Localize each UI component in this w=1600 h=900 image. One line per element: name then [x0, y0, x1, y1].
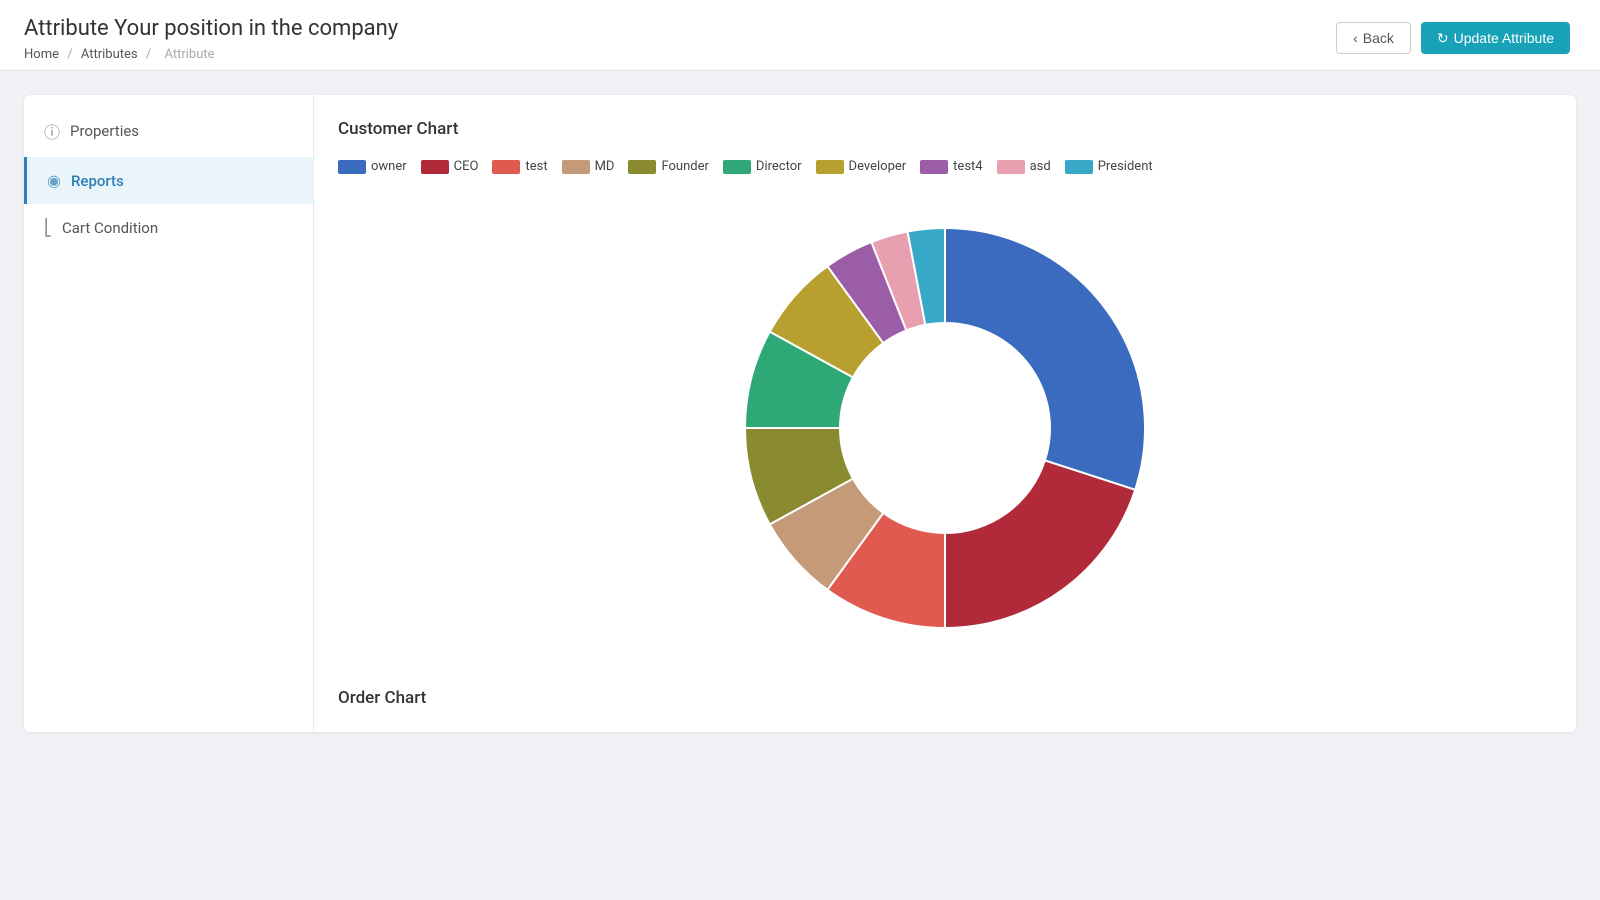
reports-icon: ◉ [47, 171, 61, 190]
header-actions: ‹ Back ↻ Update Attribute [1336, 22, 1570, 54]
legend-item: Founder [628, 159, 708, 174]
legend-label: CEO [454, 159, 479, 174]
chart-segment [945, 460, 1135, 628]
legend-label: asd [1030, 159, 1051, 174]
main-card: ⓘ Properties ◉ Reports ⎣ Cart Condition … [24, 95, 1576, 732]
legend-color [492, 160, 520, 174]
legend-color [920, 160, 948, 174]
back-icon: ‹ [1353, 30, 1358, 46]
legend-item: test [492, 159, 547, 174]
customer-chart-title: Customer Chart [338, 119, 1552, 139]
update-attribute-button[interactable]: ↻ Update Attribute [1421, 22, 1570, 54]
order-chart-title: Order Chart [338, 688, 1552, 708]
content-area: Customer Chart owner CEO test MD Founder… [314, 95, 1576, 732]
legend-item: owner [338, 159, 407, 174]
legend-item: Developer [816, 159, 907, 174]
legend-item: test4 [920, 159, 982, 174]
legend-label: test4 [953, 159, 982, 174]
sidebar-item-properties[interactable]: ⓘ Properties [24, 105, 313, 157]
breadcrumb-current: Attribute [164, 47, 214, 62]
back-button[interactable]: ‹ Back [1336, 22, 1411, 54]
legend-color [1065, 160, 1093, 174]
breadcrumb-home[interactable]: Home [24, 47, 59, 62]
legend-color [562, 160, 590, 174]
legend-label: owner [371, 159, 407, 174]
sidebar: ⓘ Properties ◉ Reports ⎣ Cart Condition [24, 95, 314, 732]
legend-color [723, 160, 751, 174]
sidebar-item-label-properties: Properties [70, 122, 139, 140]
legend-color [816, 160, 844, 174]
legend-color [997, 160, 1025, 174]
sidebar-item-reports[interactable]: ◉ Reports [24, 157, 313, 204]
legend-item: Director [723, 159, 802, 174]
sidebar-item-label-reports: Reports [71, 172, 124, 190]
sidebar-item-cart-condition[interactable]: ⎣ Cart Condition [24, 204, 313, 251]
legend-label: test [525, 159, 547, 174]
breadcrumb-attributes[interactable]: Attributes [81, 47, 138, 62]
filter-icon: ⎣ [44, 218, 52, 237]
chart-segment [945, 228, 1145, 490]
legend-item: asd [997, 159, 1051, 174]
legend-item: CEO [421, 159, 479, 174]
donut-chart-svg [725, 208, 1165, 648]
legend-label: Developer [849, 159, 907, 174]
info-icon: ⓘ [44, 119, 60, 143]
legend-color [421, 160, 449, 174]
legend-color [338, 160, 366, 174]
legend-color [628, 160, 656, 174]
main-content: ⓘ Properties ◉ Reports ⎣ Cart Condition … [0, 71, 1600, 756]
legend-label: MD [595, 159, 615, 174]
legend-label: President [1098, 159, 1153, 174]
donut-chart-container [338, 198, 1552, 678]
legend-item: MD [562, 159, 615, 174]
customer-chart-section: Customer Chart owner CEO test MD Founder… [338, 119, 1552, 678]
legend-label: Founder [661, 159, 708, 174]
refresh-icon: ↻ [1437, 30, 1449, 47]
legend-item: President [1065, 159, 1153, 174]
chart-legend: owner CEO test MD Founder Director Devel… [338, 159, 1552, 174]
legend-label: Director [756, 159, 802, 174]
sidebar-item-label-cart-condition: Cart Condition [62, 219, 158, 237]
order-chart-section: Order Chart [338, 688, 1552, 708]
